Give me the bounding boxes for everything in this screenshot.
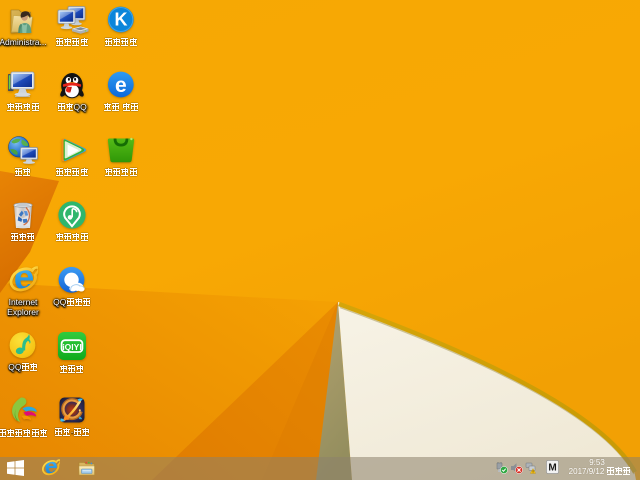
svg-text:iQIYI: iQIYI xyxy=(62,342,81,352)
svg-text:M: M xyxy=(548,463,556,474)
svg-text:e: e xyxy=(115,74,127,97)
svg-text:K: K xyxy=(115,9,128,29)
